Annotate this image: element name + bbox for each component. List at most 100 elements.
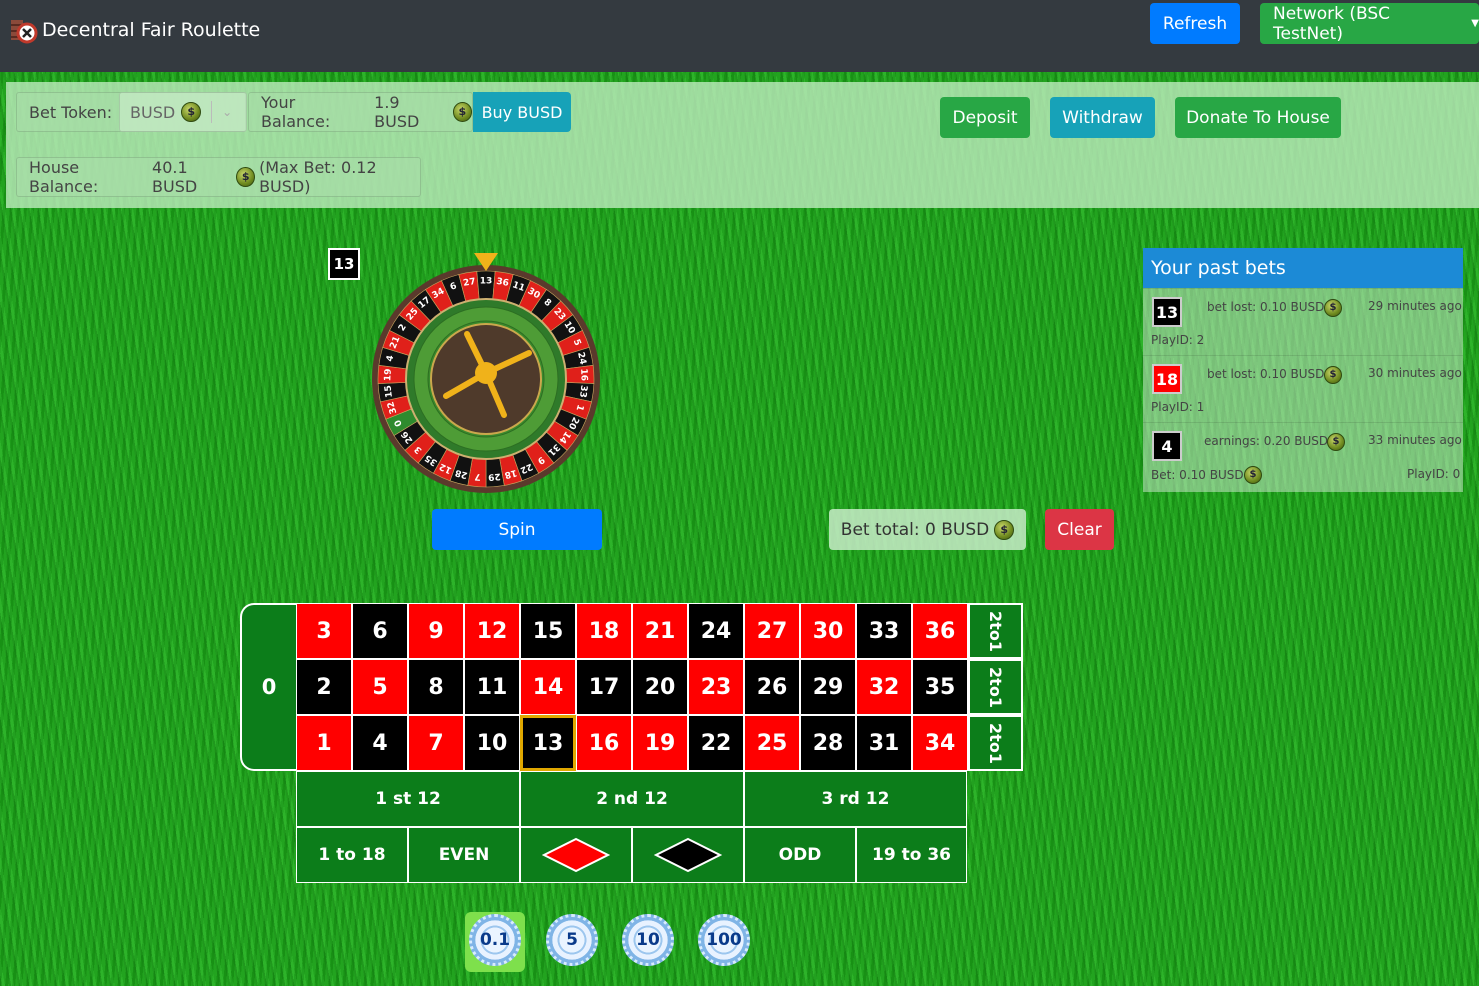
wheel-pocket-label: 27 xyxy=(463,277,477,289)
busd-coin-icon xyxy=(236,167,256,187)
number-cell-15[interactable]: 15 xyxy=(520,603,576,659)
house-balance-field: House Balance: 40.1 BUSD (Max Bet: 0.12 … xyxy=(16,157,421,197)
red-bet[interactable] xyxy=(520,827,632,883)
column-bet-bottom[interactable]: 2to1 xyxy=(968,715,1023,771)
past-bet-playid: PlayID: 2 xyxy=(1151,333,1205,347)
spin-button[interactable]: Spin xyxy=(432,509,602,550)
number-cell-28[interactable]: 28 xyxy=(800,715,856,771)
chip-0-1[interactable]: 0.1 xyxy=(469,914,521,966)
column-bet-top[interactable]: 2to1 xyxy=(968,603,1023,659)
number-cell-1[interactable]: 1 xyxy=(296,715,352,771)
odd-bet[interactable]: ODD xyxy=(744,827,856,883)
past-bet-time: 30 minutes ago xyxy=(1368,366,1462,380)
network-dropdown[interactable]: Network (BSC TestNet) ▼ xyxy=(1260,3,1479,44)
buy-busd-button[interactable]: Buy BUSD xyxy=(473,92,571,132)
past-bet-time: 33 minutes ago xyxy=(1368,433,1462,447)
number-cell-9[interactable]: 9 xyxy=(408,603,464,659)
deposit-label: Deposit xyxy=(952,107,1018,128)
last-result: 13 xyxy=(328,248,360,280)
clear-label: Clear xyxy=(1057,519,1102,540)
number-cell-29[interactable]: 29 xyxy=(800,659,856,715)
roulette-logo-icon xyxy=(11,20,38,44)
chip-100[interactable]: 100 xyxy=(698,914,750,966)
past-bets-panel: Your past bets 13 bet lost: 0.10 BUSD 29… xyxy=(1143,248,1463,492)
number-cell-2[interactable]: 2 xyxy=(296,659,352,715)
wheel-pocket-label: 15 xyxy=(384,385,396,399)
red-diamond-icon xyxy=(542,837,610,873)
number-cell-22[interactable]: 22 xyxy=(688,715,744,771)
number-cell-12[interactable]: 12 xyxy=(464,603,520,659)
number-cell-21[interactable]: 21 xyxy=(632,603,688,659)
number-cell-26[interactable]: 26 xyxy=(744,659,800,715)
donate-button[interactable]: Donate To House xyxy=(1175,97,1341,138)
wheel-pocket-label: 29 xyxy=(488,471,501,482)
column-bet-middle[interactable]: 2to1 xyxy=(968,659,1023,715)
number-cell-10[interactable]: 10 xyxy=(464,715,520,771)
high-bet[interactable]: 19 to 36 xyxy=(856,827,967,883)
number-cell-4[interactable]: 4 xyxy=(352,715,408,771)
number-cell-24[interactable]: 24 xyxy=(688,603,744,659)
zero-cell[interactable]: 0 xyxy=(240,603,296,771)
max-bet: (Max Bet: 0.12 BUSD) xyxy=(259,158,377,196)
number-cell-27[interactable]: 27 xyxy=(744,603,800,659)
low-bet[interactable]: 1 to 18 xyxy=(296,827,408,883)
number-cell-32[interactable]: 32 xyxy=(856,659,912,715)
past-bet-number: 13 xyxy=(1152,297,1182,327)
number-cell-14[interactable]: 14 xyxy=(520,659,576,715)
number-cell-30[interactable]: 30 xyxy=(800,603,856,659)
deposit-button[interactable]: Deposit xyxy=(940,97,1030,138)
number-cell-33[interactable]: 33 xyxy=(856,603,912,659)
number-cell-5[interactable]: 5 xyxy=(352,659,408,715)
balance-value: 1.9 BUSD xyxy=(374,93,420,131)
chevron-down-icon: ⌄ xyxy=(222,105,233,119)
bet-total: Bet total: 0 BUSD xyxy=(829,509,1026,550)
dozen-1-bet[interactable]: 1 st 12 xyxy=(296,771,520,827)
past-bets-title: Your past bets xyxy=(1143,248,1463,288)
bet-token-value: BUSD xyxy=(130,102,176,122)
house-balance-value: 40.1 BUSD xyxy=(152,158,198,196)
number-cell-8[interactable]: 8 xyxy=(408,659,464,715)
number-cell-3[interactable]: 3 xyxy=(296,603,352,659)
balance-label: Your Balance: xyxy=(261,93,331,131)
house-balance-label: House Balance: xyxy=(29,158,99,196)
roulette-wheel: 03215194212251734 6 27 13 36 11 30823105241633… xyxy=(372,253,600,493)
bet-token-select[interactable]: BUSD ⌄ xyxy=(119,92,247,132)
past-bet-item: 13 bet lost: 0.10 BUSD 29 minutes ago Pl… xyxy=(1143,288,1463,355)
number-cell-13[interactable]: 13 xyxy=(520,715,576,771)
number-cell-35[interactable]: 35 xyxy=(912,659,968,715)
past-bet-number: 18 xyxy=(1152,364,1182,394)
number-cell-20[interactable]: 20 xyxy=(632,659,688,715)
wheel-pocket-label: 33 xyxy=(577,385,589,399)
dozen-2-bet[interactable]: 2 nd 12 xyxy=(520,771,744,827)
withdraw-label: Withdraw xyxy=(1062,107,1143,128)
number-cell-25[interactable]: 25 xyxy=(744,715,800,771)
number-cell-34[interactable]: 34 xyxy=(912,715,968,771)
donate-label: Donate To House xyxy=(1186,107,1330,128)
even-bet[interactable]: EVEN xyxy=(408,827,520,883)
number-cell-19[interactable]: 19 xyxy=(632,715,688,771)
clear-button[interactable]: Clear xyxy=(1045,509,1114,550)
refresh-button[interactable]: Refresh xyxy=(1150,3,1240,44)
withdraw-button[interactable]: Withdraw xyxy=(1050,97,1155,138)
number-cell-17[interactable]: 17 xyxy=(576,659,632,715)
chip-5[interactable]: 5 xyxy=(546,914,598,966)
number-cell-31[interactable]: 31 xyxy=(856,715,912,771)
caret-down-icon: ▼ xyxy=(1471,18,1479,29)
bet-total-label: Bet total: 0 BUSD xyxy=(840,519,990,540)
number-cell-7[interactable]: 7 xyxy=(408,715,464,771)
number-cell-23[interactable]: 23 xyxy=(688,659,744,715)
black-bet[interactable] xyxy=(632,827,744,883)
black-diamond-icon xyxy=(654,837,722,873)
brand-title: Decentral Fair Roulette xyxy=(42,19,261,41)
past-bet-text: bet lost: 0.10 BUSD xyxy=(1207,367,1325,381)
number-cell-16[interactable]: 16 xyxy=(576,715,632,771)
chip-10[interactable]: 10 xyxy=(622,914,674,966)
past-bet-time: 29 minutes ago xyxy=(1368,299,1462,313)
number-cell-18[interactable]: 18 xyxy=(576,603,632,659)
busd-coin-icon xyxy=(452,102,472,122)
number-cell-11[interactable]: 11 xyxy=(464,659,520,715)
number-cell-36[interactable]: 36 xyxy=(912,603,968,659)
brand[interactable]: Decentral Fair Roulette xyxy=(10,16,260,44)
dozen-3-bet[interactable]: 3 rd 12 xyxy=(744,771,967,827)
number-cell-6[interactable]: 6 xyxy=(352,603,408,659)
